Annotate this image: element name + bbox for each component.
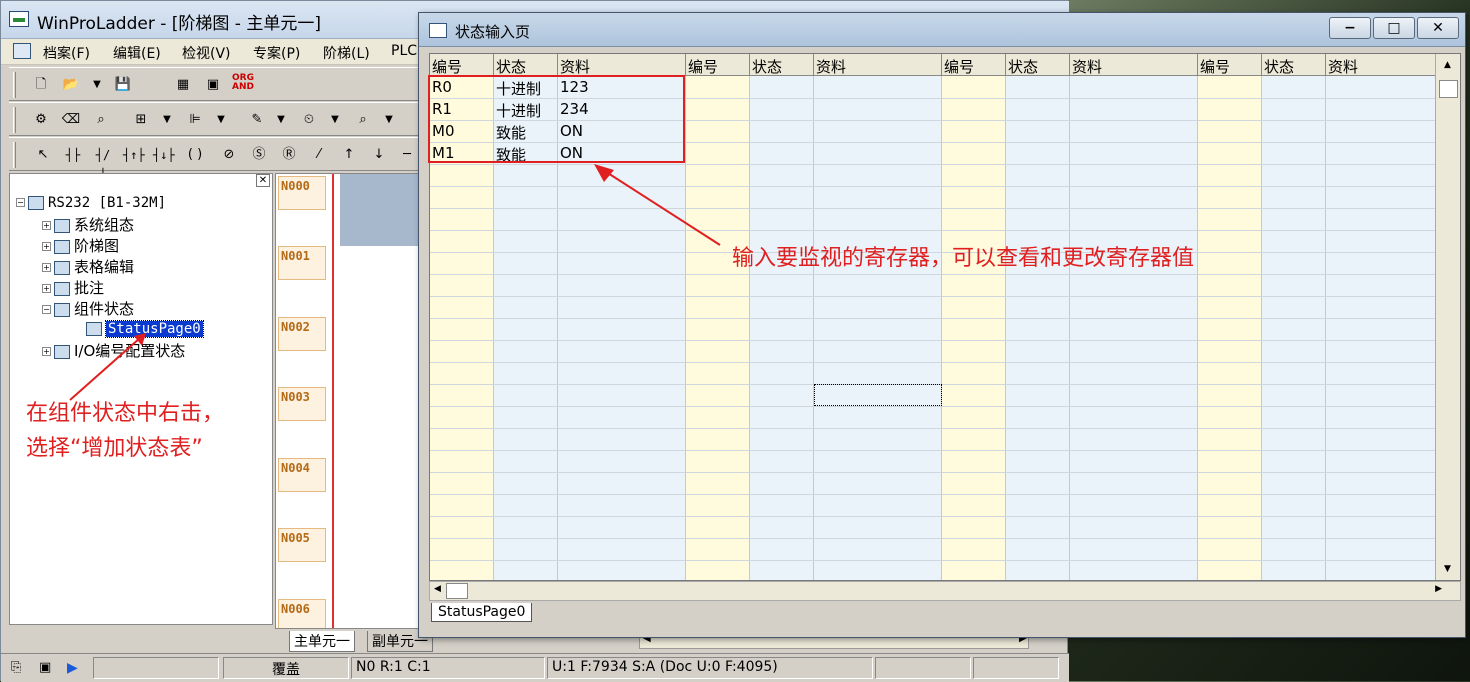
arrow-head-tree bbox=[134, 333, 146, 346]
annotation-arrows bbox=[69, 164, 721, 401]
arrow-to-tree bbox=[69, 337, 141, 401]
arrow-to-grid bbox=[599, 167, 721, 246]
tree-annotation-line1: 在组件状态中右击， bbox=[26, 401, 225, 426]
tree-annotation-line2: 选择“增加状态表” bbox=[26, 436, 203, 461]
arrow-head-grid bbox=[594, 164, 614, 182]
grid-annotation: 输入要监视的寄存器，可以查看和更改寄存器值 bbox=[732, 246, 1195, 271]
